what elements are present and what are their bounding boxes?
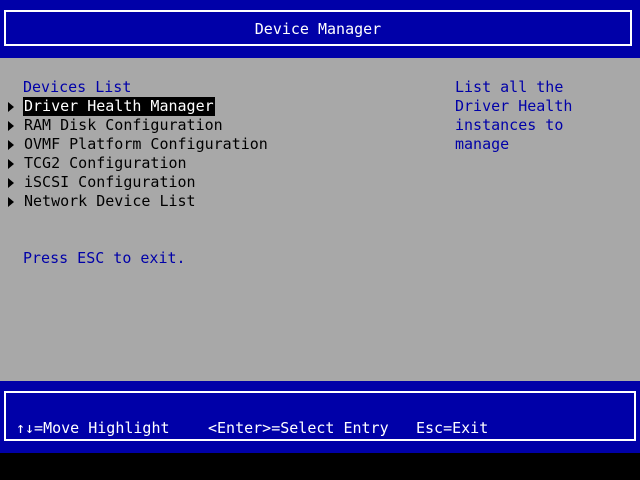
menu-item-ovmf-platform-configuration[interactable]: OVMF Platform Configuration (0, 135, 440, 154)
triangle-right-icon (8, 178, 14, 188)
main-panel: Devices List Driver Health Manager RAM D… (0, 58, 640, 381)
menu-item-driver-health-manager[interactable]: Driver Health Manager (0, 97, 440, 116)
menu-item-iscsi-configuration[interactable]: iSCSI Configuration (0, 173, 440, 192)
footer-exit: Esc=Exit (416, 419, 489, 437)
menu-item-label: TCG2 Configuration (24, 154, 187, 172)
triangle-right-icon (8, 102, 14, 112)
footer-bar: ↑↓=Move Highlight <Enter>=Select Entry E… (0, 381, 640, 453)
menu-item-label: iSCSI Configuration (24, 173, 196, 191)
menu-item-label: Network Device List (24, 192, 196, 210)
menu-item-label: Driver Health Manager (23, 97, 215, 116)
footer-move-highlight: ↑↓=Move Highlight (16, 419, 170, 437)
page-title: Device Manager (254, 20, 382, 38)
esc-hint: Press ESC to exit. (23, 249, 186, 267)
triangle-right-icon (8, 140, 14, 150)
devices-list-header: Devices List (23, 78, 132, 96)
triangle-right-icon (8, 121, 14, 131)
firmware-screen: Device Manager Devices List Driver Healt… (0, 0, 640, 480)
footer-select-entry: <Enter>=Select Entry (208, 419, 389, 437)
menu-item-network-device-list[interactable]: Network Device List (0, 192, 440, 211)
title-bar: Device Manager (0, 0, 640, 58)
menu-item-tcg2-configuration[interactable]: TCG2 Configuration (0, 154, 440, 173)
triangle-right-icon (8, 197, 14, 207)
device-menu: Driver Health Manager RAM Disk Configura… (0, 97, 440, 211)
menu-item-label: RAM Disk Configuration (24, 116, 223, 134)
triangle-right-icon (8, 159, 14, 169)
help-text: List all the Driver Health instances to … (455, 78, 573, 153)
title-frame: Device Manager (4, 10, 632, 46)
menu-item-ram-disk-configuration[interactable]: RAM Disk Configuration (0, 116, 440, 135)
menu-item-label: OVMF Platform Configuration (24, 135, 268, 153)
